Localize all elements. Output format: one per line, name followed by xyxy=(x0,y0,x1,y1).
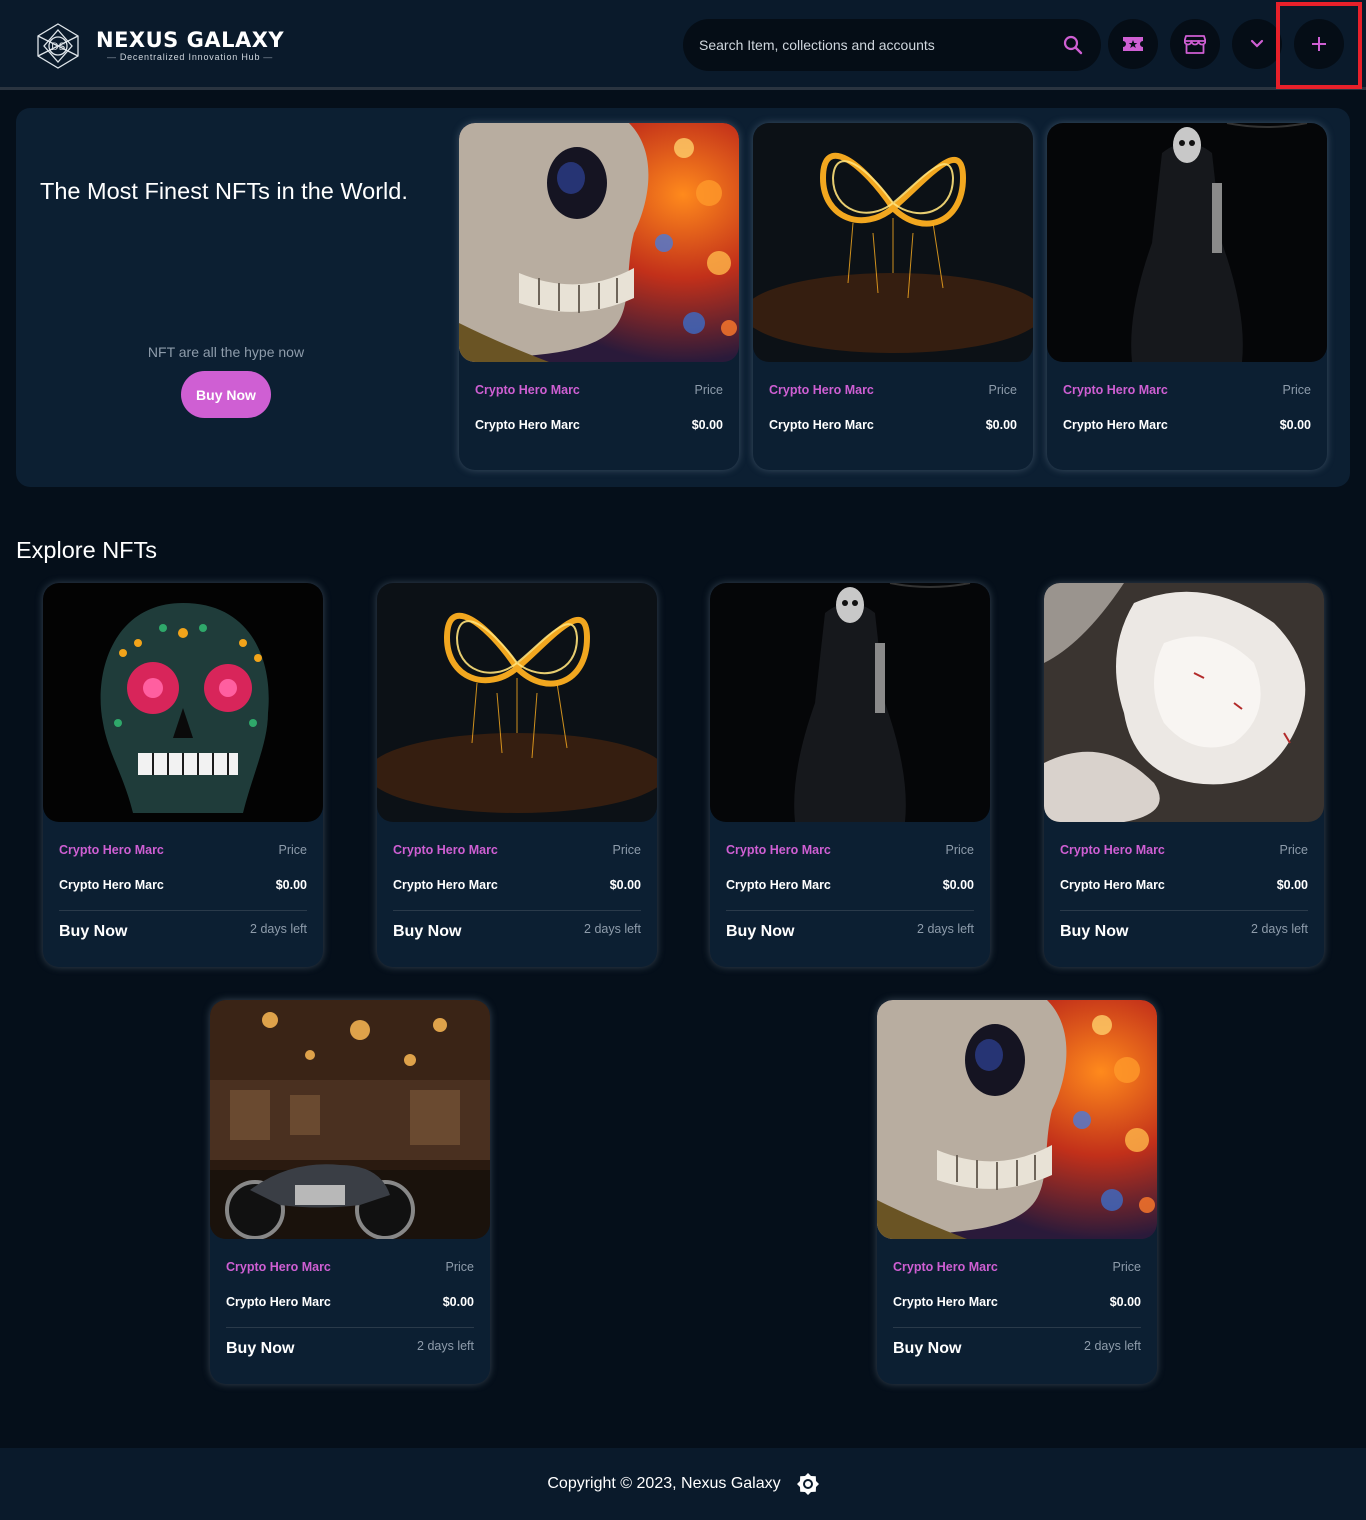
buy-now-button[interactable]: Buy Now xyxy=(226,1340,294,1358)
copyright-text: Copyright © 2023, Nexus Galaxy xyxy=(547,1475,781,1492)
plus-icon xyxy=(1312,37,1326,51)
nft-name: Crypto Hero Marc xyxy=(1063,418,1168,432)
marketplace-button[interactable] xyxy=(1170,19,1220,69)
footer: Copyright © 2023, Nexus Galaxy xyxy=(0,1448,1366,1520)
card-divider xyxy=(226,1327,474,1328)
ticket-icon xyxy=(1123,37,1143,51)
explore-nft-card[interactable]: Crypto Hero Marc Price Crypto Hero Marc $0… xyxy=(43,583,323,967)
nft-name: Crypto Hero Marc xyxy=(59,878,164,892)
price-label: Price xyxy=(1282,383,1311,397)
hero-nft-card[interactable]: Crypto Hero Marc Price Crypto Hero Marc $0… xyxy=(753,123,1033,470)
profile-dropdown-button[interactable] xyxy=(1232,19,1282,69)
time-left: 2 days left xyxy=(1084,1339,1141,1353)
explore-title: Explore NFTs xyxy=(16,537,158,563)
price-value: $0.00 xyxy=(942,878,974,892)
brand-tagline: Decentralized Innovation Hub xyxy=(96,51,284,63)
nft-image xyxy=(43,583,323,822)
hero-nft-card[interactable]: Crypto Hero Marc Price Crypto Hero Marc $0… xyxy=(459,123,739,470)
theme-toggle-button[interactable] xyxy=(796,1473,819,1495)
nft-name: Crypto Hero Marc xyxy=(769,418,874,432)
price-value: $0.00 xyxy=(691,418,723,432)
price-value: $0.00 xyxy=(1276,878,1308,892)
creator-name[interactable]: Crypto Hero Marc xyxy=(893,1260,998,1274)
explore-nft-card[interactable]: Crypto Hero Marc Price Crypto Hero Marc $0… xyxy=(710,583,990,967)
store-icon xyxy=(1184,35,1206,54)
nft-image xyxy=(1044,583,1324,822)
nft-name: Crypto Hero Marc xyxy=(726,878,831,892)
creator-name[interactable]: Crypto Hero Marc xyxy=(769,383,874,397)
search-bar xyxy=(683,19,1101,71)
buy-now-button[interactable]: Buy Now xyxy=(1060,923,1128,941)
hero-subtitle: NFT are all the hype now xyxy=(147,344,305,360)
price-label: Price xyxy=(612,843,641,857)
card-divider xyxy=(893,1327,1141,1328)
time-left: 2 days left xyxy=(917,922,974,936)
time-left: 2 days left xyxy=(1251,922,1308,936)
price-value: $0.00 xyxy=(442,1295,474,1309)
price-value: $0.00 xyxy=(609,878,641,892)
price-value: $0.00 xyxy=(985,418,1017,432)
search-icon[interactable] xyxy=(1061,33,1085,57)
nft-image xyxy=(210,1000,490,1239)
brand-logo[interactable]: DS NEXUS GALAXY Decentralized Innovation… xyxy=(34,22,284,70)
card-divider xyxy=(393,910,641,911)
price-value: $0.00 xyxy=(275,878,307,892)
creator-name[interactable]: Crypto Hero Marc xyxy=(475,383,580,397)
sun-icon xyxy=(796,1473,819,1495)
chevron-down-icon xyxy=(1250,39,1264,48)
buy-now-button[interactable]: Buy Now xyxy=(893,1340,961,1358)
nft-name: Crypto Hero Marc xyxy=(1060,878,1165,892)
nft-image xyxy=(1047,123,1327,362)
explore-nft-card[interactable]: Crypto Hero Marc Price Crypto Hero Marc $0… xyxy=(377,583,657,967)
nft-name: Crypto Hero Marc xyxy=(393,878,498,892)
hero-nft-card[interactable]: Crypto Hero Marc Price Crypto Hero Marc $0… xyxy=(1047,123,1327,470)
buy-now-button[interactable]: Buy Now xyxy=(726,923,794,941)
nft-image xyxy=(710,583,990,822)
card-divider xyxy=(1060,910,1308,911)
create-nft-button[interactable] xyxy=(1294,19,1344,69)
buy-now-button[interactable]: Buy Now xyxy=(393,923,461,941)
price-label: Price xyxy=(278,843,307,857)
brand-name: NEXUS GALAXY xyxy=(96,28,285,52)
creator-name[interactable]: Crypto Hero Marc xyxy=(1063,383,1168,397)
price-value: $0.00 xyxy=(1279,418,1311,432)
time-left: 2 days left xyxy=(417,1339,474,1353)
nft-name: Crypto Hero Marc xyxy=(226,1295,331,1309)
buy-now-button[interactable]: Buy Now xyxy=(59,923,127,941)
explore-nft-card[interactable]: Crypto Hero Marc Price Crypto Hero Marc $0… xyxy=(1044,583,1324,967)
price-label: Price xyxy=(445,1260,474,1274)
price-label: Price xyxy=(694,383,723,397)
nft-name: Crypto Hero Marc xyxy=(893,1295,998,1309)
creator-name[interactable]: Crypto Hero Marc xyxy=(59,843,164,857)
nft-name: Crypto Hero Marc xyxy=(475,418,580,432)
price-label: Price xyxy=(945,843,974,857)
card-divider xyxy=(726,910,974,911)
nft-image xyxy=(753,123,1033,362)
tickets-button[interactable] xyxy=(1108,19,1158,69)
nft-image xyxy=(877,1000,1157,1239)
svg-text:DS: DS xyxy=(51,42,66,53)
card-divider xyxy=(59,910,307,911)
time-left: 2 days left xyxy=(250,922,307,936)
price-value: $0.00 xyxy=(1109,1295,1141,1309)
top-navbar: DS NEXUS GALAXY Decentralized Innovation… xyxy=(0,0,1366,90)
nft-image xyxy=(459,123,739,362)
creator-name[interactable]: Crypto Hero Marc xyxy=(726,843,831,857)
time-left: 2 days left xyxy=(584,922,641,936)
creator-name[interactable]: Crypto Hero Marc xyxy=(1060,843,1165,857)
nft-image xyxy=(377,583,657,822)
creator-name[interactable]: Crypto Hero Marc xyxy=(393,843,498,857)
creator-name[interactable]: Crypto Hero Marc xyxy=(226,1260,331,1274)
price-label: Price xyxy=(988,383,1017,397)
hero-buy-button[interactable]: Buy Now xyxy=(181,371,271,418)
price-label: Price xyxy=(1112,1260,1141,1274)
explore-nft-card[interactable]: Crypto Hero Marc Price Crypto Hero Marc $0… xyxy=(877,1000,1157,1384)
search-input[interactable] xyxy=(699,37,1061,53)
logo-icon: DS xyxy=(37,23,79,69)
explore-nft-card[interactable]: Crypto Hero Marc Price Crypto Hero Marc $0… xyxy=(210,1000,490,1384)
hero-title: The Most Finest NFTs in the World. xyxy=(40,178,408,204)
price-label: Price xyxy=(1279,843,1308,857)
